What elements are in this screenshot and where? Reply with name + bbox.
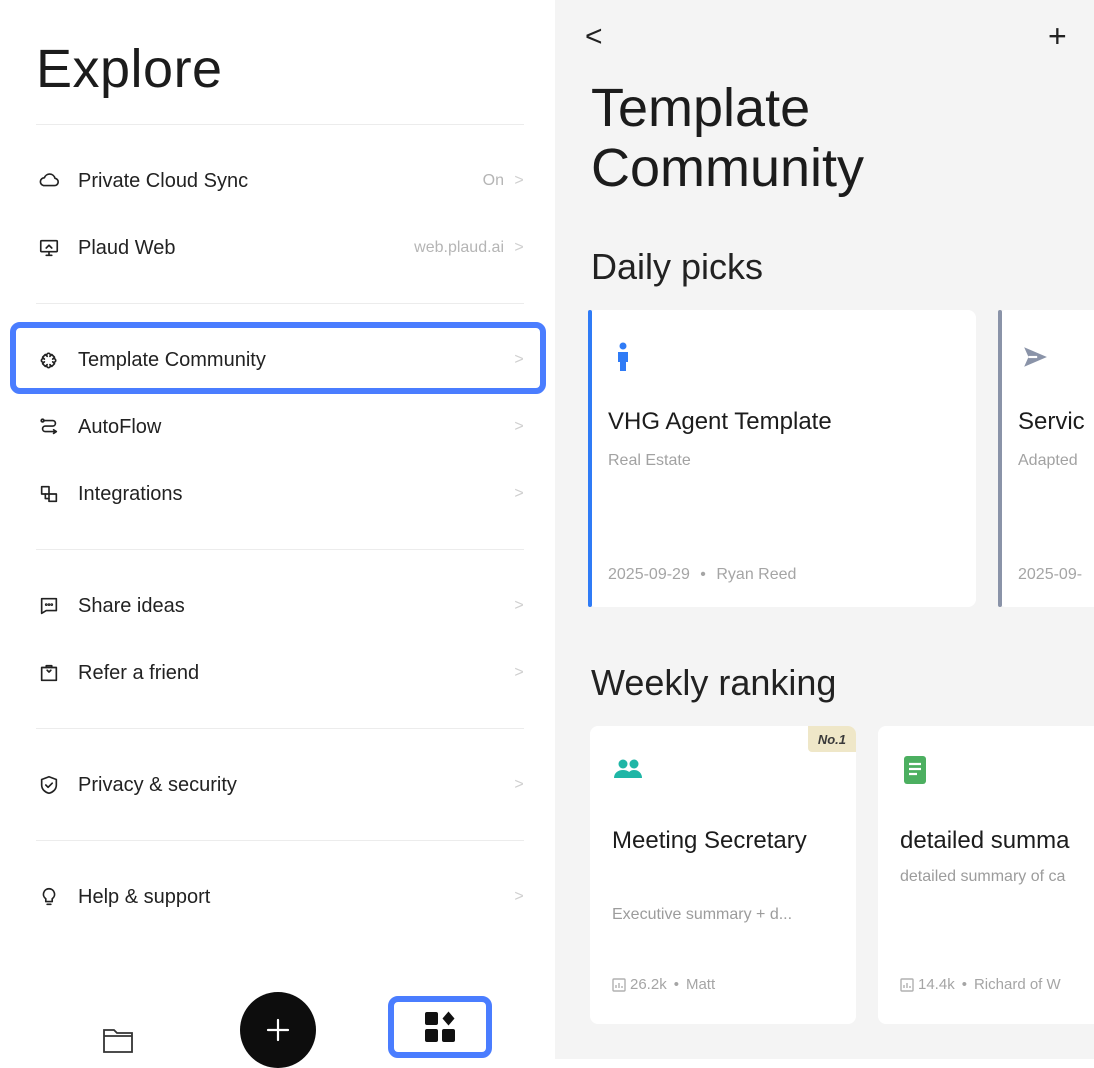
lightbulb-icon <box>36 884 62 910</box>
menu-item-refer-a-friend[interactable]: Refer a friend > <box>36 653 524 693</box>
cloud-sync-status: On <box>482 172 504 189</box>
menu-item-label: Refer a friend <box>78 661 200 684</box>
card-category: Adapted <box>1018 452 1078 469</box>
chevron-right-icon: > <box>514 418 524 435</box>
ranking-card[interactable]: detailed summa detailed summary of ca 14… <box>878 726 1094 1024</box>
shield-icon <box>36 772 62 798</box>
card-title: detailed summa <box>900 827 1070 854</box>
card-meta: 14.4k • Richard of W <box>900 976 1061 993</box>
meta-separator: • <box>673 976 679 993</box>
add-icon <box>266 1018 290 1042</box>
chevron-right-icon: > <box>514 776 524 793</box>
chevron-right-icon: > <box>514 172 524 189</box>
chevron-right-icon: > <box>514 888 524 905</box>
daily-picks-heading: Daily picks <box>591 246 764 287</box>
card-category: Real Estate <box>608 452 691 469</box>
menu-item-label: Template Community <box>78 348 266 371</box>
menu-item-private-cloud-sync[interactable]: Private Cloud Sync On > <box>36 161 524 201</box>
menu-item-help-support[interactable]: Help & support > <box>36 877 524 917</box>
explore-panel: Explore Private Cloud Sync On > Plaud We… <box>0 0 555 1068</box>
card-date: 2025-09-29 <box>608 566 690 583</box>
menu-item-autoflow[interactable]: AutoFlow > <box>36 407 524 447</box>
card-accent <box>588 310 592 607</box>
cloud-icon <box>36 168 62 194</box>
gift-icon <box>36 660 62 686</box>
menu-item-privacy-security[interactable]: Privacy & security > <box>36 765 524 805</box>
card-uses: 26.2k <box>630 976 667 993</box>
menu-item-plaud-web[interactable]: Plaud Web web.plaud.ai > <box>36 228 524 268</box>
divider <box>36 549 524 550</box>
divider <box>36 840 524 841</box>
menu-item-label: Private Cloud Sync <box>78 169 249 192</box>
chevron-right-icon: > <box>514 239 524 256</box>
card-title: Meeting Secretary <box>612 827 807 854</box>
card-date: 2025-09- <box>1018 566 1083 583</box>
template-community-panel: < + Template Community Daily picks VHG A… <box>555 0 1094 1059</box>
card-title: VHG Agent Template <box>608 408 832 435</box>
menu-item-label: Integrations <box>78 482 183 505</box>
send-icon <box>1024 347 1047 367</box>
explore-grid-icon <box>425 1011 455 1042</box>
daily-pick-card[interactable]: VHG Agent Template Real Estate 2025-09-2… <box>588 310 976 607</box>
card-description: detailed summary of ca <box>900 868 1066 885</box>
chevron-right-icon: > <box>514 351 524 368</box>
card-title: Servic <box>1018 408 1085 435</box>
usage-chart-icon <box>900 977 914 992</box>
page-title: Explore <box>36 39 223 99</box>
card-author: Richard of W <box>973 976 1061 993</box>
divider <box>36 303 524 304</box>
plaud-web-url: web.plaud.ai <box>414 239 504 256</box>
card-meta: 2025-09-29 • Ryan Reed <box>608 566 796 584</box>
menu-item-label: Share ideas <box>78 594 185 617</box>
template-community-title: Template Community <box>591 78 865 198</box>
rank-badge: No.1 <box>807 726 856 752</box>
weekly-ranking-heading: Weekly ranking <box>591 662 837 703</box>
menu-item-template-community[interactable]: Template Community > <box>36 340 524 380</box>
menu-item-label: Help & support <box>78 885 211 908</box>
menu-item-integrations[interactable]: Integrations > <box>36 474 524 514</box>
autoflow-icon <box>36 414 62 440</box>
menu-item-share-ideas[interactable]: Share ideas > <box>36 586 524 626</box>
document-icon <box>904 756 926 784</box>
chevron-right-icon: > <box>514 664 524 681</box>
explore-tab[interactable] <box>388 996 492 1058</box>
person-icon <box>618 342 628 371</box>
create-template-button[interactable]: + <box>1048 20 1067 52</box>
card-accent <box>998 310 1002 607</box>
back-button[interactable]: < <box>585 22 603 52</box>
meta-separator: • <box>700 566 706 583</box>
divider <box>36 124 524 125</box>
folder-icon[interactable] <box>100 1022 136 1058</box>
people-icon <box>614 759 642 778</box>
daily-pick-card[interactable]: Servic Adapted 2025-09- <box>998 310 1094 607</box>
add-button[interactable] <box>240 992 316 1068</box>
chevron-right-icon: > <box>514 485 524 502</box>
chevron-right-icon: > <box>514 597 524 614</box>
chat-icon <box>36 593 62 619</box>
menu-item-label: Plaud Web <box>78 236 176 259</box>
card-uses: 14.4k <box>918 976 955 993</box>
usage-chart-icon <box>612 977 626 992</box>
puzzle-icon <box>36 347 62 373</box>
menu-item-label: AutoFlow <box>78 415 162 438</box>
card-meta: 26.2k • Matt <box>612 976 715 993</box>
card-author: Ryan Reed <box>716 566 797 583</box>
ranking-card[interactable]: No.1 Meeting Secretary Executive summary… <box>590 726 856 1024</box>
monitor-icon <box>36 235 62 261</box>
meta-separator: • <box>961 976 967 993</box>
integrations-icon <box>36 481 62 507</box>
card-author: Matt <box>685 976 716 993</box>
divider <box>36 728 524 729</box>
menu-item-label: Privacy & security <box>78 773 237 796</box>
card-description: Executive summary + d... <box>612 906 793 923</box>
